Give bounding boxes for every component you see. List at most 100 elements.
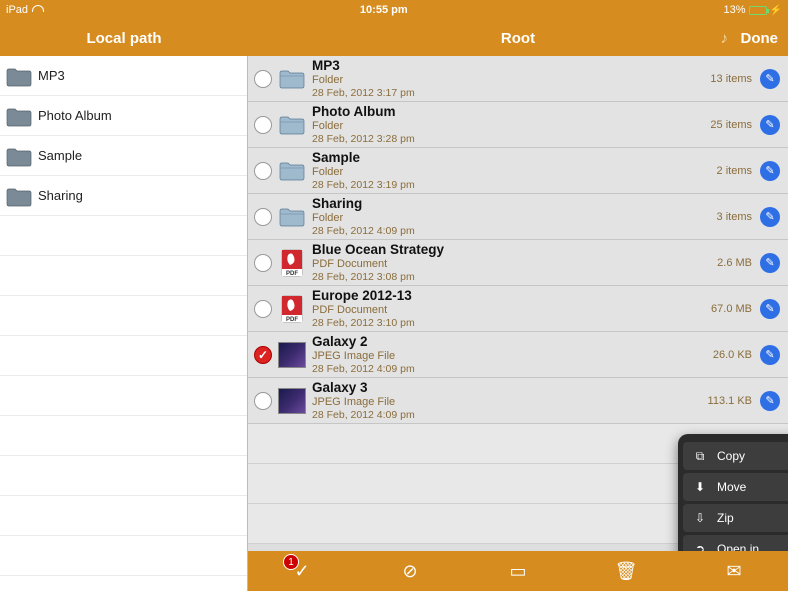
wifi-icon bbox=[32, 5, 44, 15]
copy-icon: ⧉ bbox=[693, 449, 707, 464]
file-list: MP3Folder28 Feb, 2012 3:17 pm13 items✎Ph… bbox=[248, 56, 788, 591]
file-row[interactable]: Blue Ocean StrategyPDF Document28 Feb, 2… bbox=[248, 240, 788, 286]
file-type: Folder bbox=[312, 212, 711, 225]
edit-button[interactable]: ✎ bbox=[760, 345, 780, 365]
file-date: 28 Feb, 2012 4:09 pm bbox=[312, 409, 702, 422]
select-radio[interactable] bbox=[254, 300, 272, 318]
sidebar-item-sample[interactable]: Sample bbox=[0, 136, 247, 176]
done-button[interactable]: Done bbox=[741, 30, 779, 47]
select-radio[interactable] bbox=[254, 162, 272, 180]
pdf-icon bbox=[278, 249, 306, 277]
file-date: 28 Feb, 2012 4:09 pm bbox=[312, 225, 711, 238]
sidebar-title: Local path bbox=[0, 20, 248, 56]
sidebar-item-label: MP3 bbox=[38, 68, 65, 83]
music-icon[interactable]: ♪ bbox=[721, 30, 729, 47]
charging-icon: ⚡ bbox=[770, 5, 782, 16]
sidebar-item-label: Sample bbox=[38, 148, 82, 163]
bottom-toolbar: 1 ✓ ⊘ ▭ 🗑 ✉ bbox=[248, 551, 788, 591]
file-type: Folder bbox=[312, 120, 704, 133]
edit-button[interactable]: ✎ bbox=[760, 207, 780, 227]
folder-icon bbox=[278, 203, 306, 231]
select-radio[interactable] bbox=[254, 346, 272, 364]
battery-percent: 13% bbox=[724, 4, 746, 16]
file-row[interactable]: MP3Folder28 Feb, 2012 3:17 pm 13 items ✎ bbox=[248, 56, 788, 102]
folder-icon bbox=[278, 65, 306, 93]
popup-label: Copy bbox=[717, 449, 745, 463]
file-type: PDF Document bbox=[312, 258, 711, 271]
file-name: Galaxy 2 bbox=[312, 334, 707, 350]
file-name: Sample bbox=[312, 150, 711, 166]
folder-icon bbox=[6, 146, 30, 166]
file-name: MP3 bbox=[312, 58, 704, 74]
select-radio[interactable] bbox=[254, 70, 272, 88]
sidebar: MP3 Photo Album Sample Sharing bbox=[0, 56, 248, 591]
popup-label: Move bbox=[717, 480, 746, 494]
folder-icon bbox=[278, 157, 306, 185]
file-date: 28 Feb, 2012 3:10 pm bbox=[312, 317, 705, 330]
file-date: 28 Feb, 2012 3:19 pm bbox=[312, 179, 711, 192]
folder-icon bbox=[6, 106, 30, 126]
file-info: 113.1 KB bbox=[708, 395, 752, 407]
share-button[interactable]: ✉ bbox=[723, 560, 745, 582]
file-info: 67.0 MB bbox=[711, 303, 752, 315]
file-name: Galaxy 3 bbox=[312, 380, 702, 396]
file-name: Europe 2012-13 bbox=[312, 288, 705, 304]
sidebar-item-label: Sharing bbox=[38, 188, 83, 203]
file-info: 25 items bbox=[710, 119, 752, 131]
select-radio[interactable] bbox=[254, 392, 272, 410]
file-row[interactable]: Europe 2012-13PDF Document28 Feb, 2012 3… bbox=[248, 286, 788, 332]
content-title: Root bbox=[248, 30, 788, 47]
file-type: JPEG Image File bbox=[312, 396, 702, 409]
sidebar-item-photo-album[interactable]: Photo Album bbox=[0, 96, 247, 136]
file-date: 28 Feb, 2012 4:09 pm bbox=[312, 363, 707, 376]
edit-button[interactable]: ✎ bbox=[760, 115, 780, 135]
edit-button[interactable]: ✎ bbox=[760, 253, 780, 273]
select-radio[interactable] bbox=[254, 116, 272, 134]
status-bar: iPad 10:55 pm 13% ⚡ bbox=[0, 0, 788, 20]
select-all-button[interactable]: 1 ✓ bbox=[291, 560, 313, 582]
selection-badge: 1 bbox=[283, 554, 299, 570]
file-row[interactable]: SharingFolder28 Feb, 2012 4:09 pm 3 items… bbox=[248, 194, 788, 240]
file-date: 28 Feb, 2012 3:28 pm bbox=[312, 133, 704, 146]
file-date: 28 Feb, 2012 3:08 pm bbox=[312, 271, 711, 284]
header: Local path ♪ Root Done bbox=[0, 20, 788, 56]
select-radio[interactable] bbox=[254, 208, 272, 226]
action-button[interactable]: ▭ bbox=[507, 560, 529, 582]
popup-move[interactable]: ⬇Move bbox=[683, 473, 788, 501]
file-info: 2 items bbox=[717, 165, 752, 177]
file-row[interactable]: Photo AlbumFolder28 Feb, 2012 3:28 pm 25 … bbox=[248, 102, 788, 148]
popup-copy[interactable]: ⧉ Copy bbox=[683, 442, 788, 470]
file-row[interactable]: Galaxy 3JPEG Image File28 Feb, 2012 4:09… bbox=[248, 378, 788, 424]
popup-label: Zip bbox=[717, 511, 734, 525]
file-info: 26.0 KB bbox=[713, 349, 752, 361]
select-radio[interactable] bbox=[254, 254, 272, 272]
edit-button[interactable]: ✎ bbox=[760, 391, 780, 411]
pdf-icon bbox=[278, 295, 306, 323]
file-row[interactable]: Galaxy 2JPEG Image File28 Feb, 2012 4:09… bbox=[248, 332, 788, 378]
cancel-selection-button[interactable]: ⊘ bbox=[399, 560, 421, 582]
file-info: 13 items bbox=[710, 73, 752, 85]
sidebar-item-sharing[interactable]: Sharing bbox=[0, 176, 247, 216]
popup-zip[interactable]: ⇩Zip bbox=[683, 504, 788, 532]
file-info: 3 items bbox=[717, 211, 752, 223]
file-row[interactable]: SampleFolder28 Feb, 2012 3:19 pm2 items✎ bbox=[248, 148, 788, 194]
file-date: 28 Feb, 2012 3:17 pm bbox=[312, 87, 704, 100]
edit-button[interactable]: ✎ bbox=[760, 161, 780, 181]
file-name: Blue Ocean Strategy bbox=[312, 242, 711, 258]
file-name: Sharing bbox=[312, 196, 711, 212]
folder-icon bbox=[278, 111, 306, 139]
sidebar-item-mp3[interactable]: MP3 bbox=[0, 56, 247, 96]
image-icon bbox=[278, 387, 306, 415]
delete-button[interactable]: 🗑 bbox=[615, 560, 637, 582]
folder-icon bbox=[6, 66, 30, 86]
file-type: JPEG Image File bbox=[312, 350, 707, 363]
edit-button[interactable]: ✎ bbox=[760, 299, 780, 319]
device-label: iPad bbox=[6, 4, 28, 16]
file-type: Folder bbox=[312, 74, 704, 87]
folder-icon bbox=[6, 186, 30, 206]
file-info: 2.6 MB bbox=[717, 257, 752, 269]
file-name: Photo Album bbox=[312, 104, 704, 120]
sidebar-item-label: Photo Album bbox=[38, 108, 112, 123]
edit-button[interactable]: ✎ bbox=[760, 69, 780, 89]
image-icon bbox=[278, 341, 306, 369]
